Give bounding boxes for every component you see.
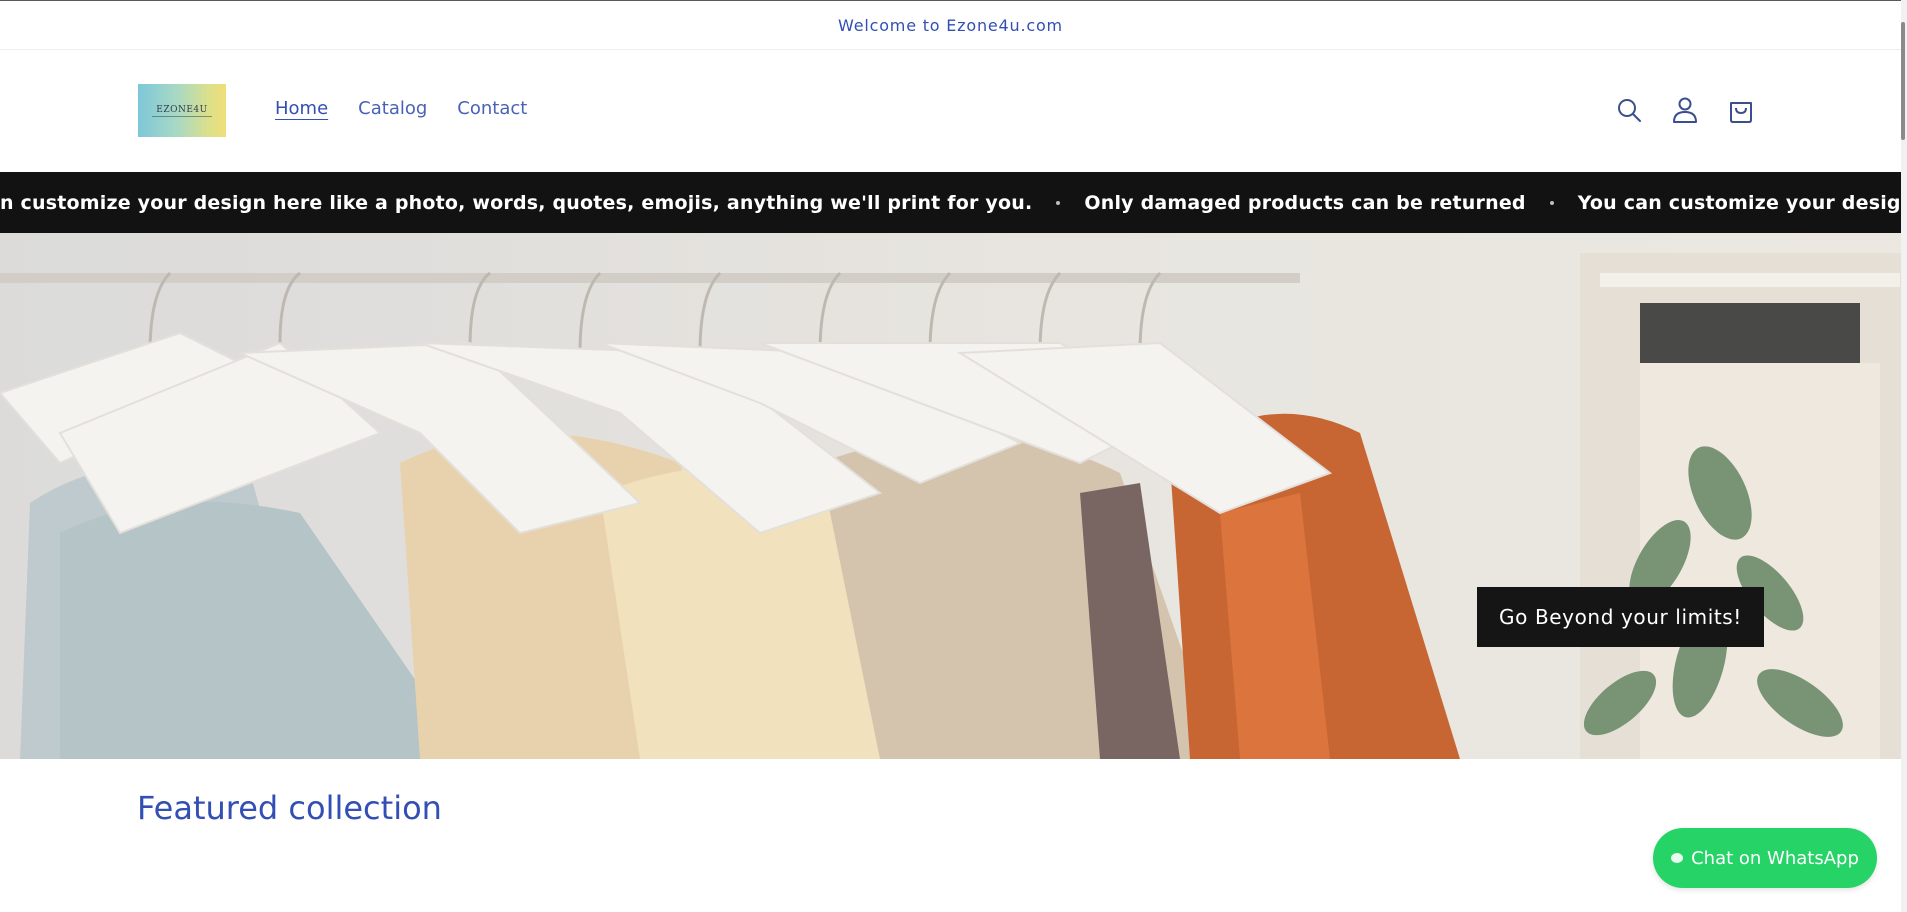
- logo-wordmark: EZONE4U: [152, 105, 212, 117]
- cart-icon[interactable]: [1726, 94, 1756, 126]
- site-header: EZONE4U Home Catalog Contact: [0, 50, 1901, 172]
- header-icons: [1614, 94, 1756, 126]
- marquee-item: n customize your design here like a phot…: [0, 191, 1033, 214]
- whatsapp-label: Chat on WhatsApp: [1691, 847, 1859, 869]
- page-scrollbar[interactable]: [1901, 0, 1907, 912]
- hero-cta-button[interactable]: Go Beyond your limits!: [1477, 587, 1764, 647]
- search-icon[interactable]: [1614, 94, 1644, 126]
- logo[interactable]: EZONE4U: [138, 84, 226, 137]
- featured-collection-heading: Featured collection: [137, 789, 442, 827]
- marquee-track: n customize your design here like a phot…: [0, 172, 1901, 233]
- scrollbar-thumb[interactable]: [1901, 22, 1905, 140]
- whatsapp-icon: [1671, 853, 1684, 863]
- hero-banner: Go Beyond your limits!: [0, 233, 1901, 759]
- nav-contact[interactable]: Contact: [457, 98, 527, 119]
- marquee-item: You can customize your design here like …: [1577, 191, 1901, 214]
- announcement-bar: Welcome to Ezone4u.com: [0, 0, 1901, 50]
- separator-dot: [1549, 200, 1554, 205]
- scrolling-announcement: n customize your design here like a phot…: [0, 172, 1901, 233]
- account-icon[interactable]: [1670, 94, 1700, 126]
- nav-catalog[interactable]: Catalog: [358, 98, 427, 119]
- announcement-text: Welcome to Ezone4u.com: [838, 15, 1063, 35]
- marquee-item: Only damaged products can be returned: [1084, 191, 1526, 214]
- whatsapp-chat-button[interactable]: Chat on WhatsApp: [1653, 828, 1877, 888]
- nav-home[interactable]: Home: [275, 98, 328, 119]
- main-nav: Home Catalog Contact: [275, 98, 527, 119]
- hero-image: [0, 233, 1901, 759]
- separator-dot: [1056, 200, 1061, 205]
